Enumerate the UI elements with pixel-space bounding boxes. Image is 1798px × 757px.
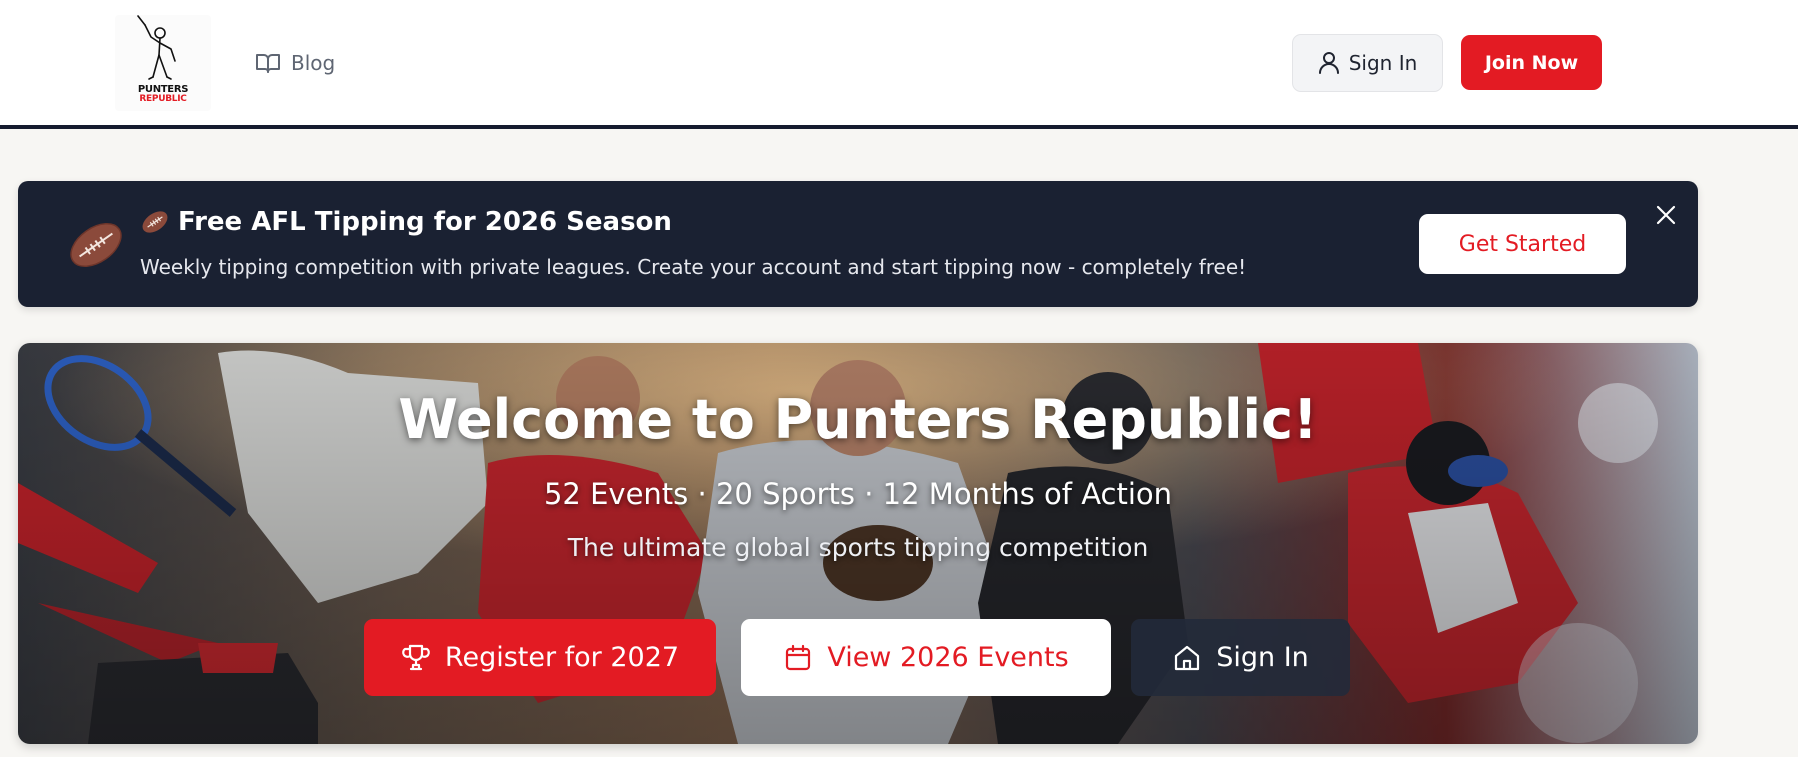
hero-stats: 52 Events · 20 Sports · 12 Months of Act… [543,477,1173,511]
promo-subtitle: Weekly tipping competition with private … [140,255,1247,279]
header-sign-in-button[interactable]: Sign In [1292,34,1443,92]
nav-blog-label: Blog [291,51,336,75]
afl-promo-banner: Free AFL Tipping for 2026 Season Weekly … [18,181,1698,307]
register-2027-button[interactable]: Register for 2027 [364,619,716,696]
home-icon [1175,645,1200,670]
cricket-batsman-logo [137,15,176,80]
promo-title-text: Free AFL Tipping for 2026 Season [178,207,672,237]
hero-title: Welcome to Punters Republic! [398,388,1318,451]
calendar-icon [786,644,811,670]
header-sign-in-label: Sign In [1348,51,1418,75]
trophy-icon [402,644,430,670]
hero-section: Welcome to Punters Republic! 52 Events ·… [18,343,1698,744]
view-2026-events-button[interactable]: View 2026 Events [741,619,1111,696]
get-started-button[interactable]: Get Started [1419,214,1626,274]
book-open-icon [256,54,280,73]
site-header: PUNTERS REPUBLIC Blog Sign In Join Now [0,0,1798,129]
view-2026-events-label: View 2026 Events [827,642,1069,673]
promo-title: Free AFL Tipping for 2026 Season [140,207,672,237]
hero-tagline: The ultimate global sports tipping compe… [567,533,1149,562]
nav-blog-link[interactable]: Blog [255,48,335,78]
user-icon [1318,52,1339,74]
close-icon[interactable] [1654,203,1678,227]
hero-sign-in-button[interactable]: Sign In [1131,619,1350,696]
football-icon [70,222,122,268]
football-icon [142,211,168,233]
logo-text-republic: REPUBLIC [139,94,187,104]
register-2027-label: Register for 2027 [444,642,680,673]
hero-sign-in-label: Sign In [1216,642,1309,673]
site-logo[interactable]: PUNTERS REPUBLIC [115,15,211,111]
join-now-button[interactable]: Join Now [1461,35,1602,90]
